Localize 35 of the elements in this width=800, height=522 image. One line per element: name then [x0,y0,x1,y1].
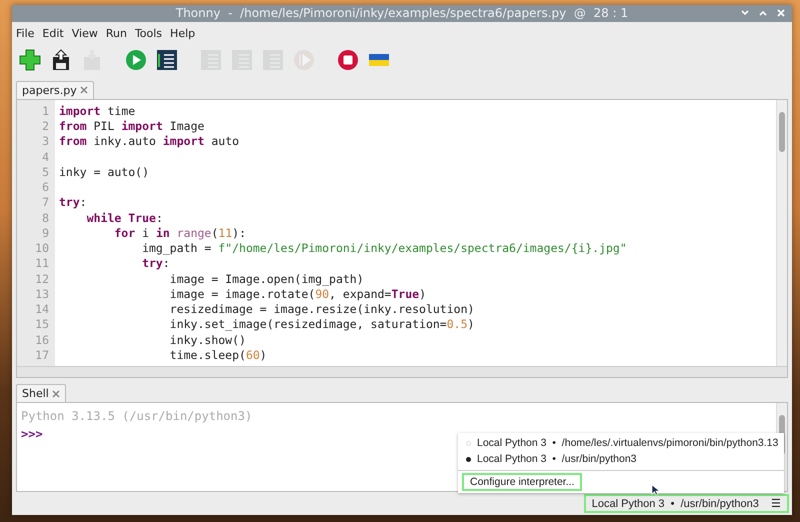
shell-prompt: >>> [21,426,43,444]
code-line: from PIL import Image [59,119,206,134]
line-number: 15 [34,317,50,333]
line-number: 13 [34,286,50,302]
line-number: 1 [41,104,50,120]
line-number: 17 [34,348,50,364]
line-number: 6 [41,180,50,196]
code-line: image = Image.open(img_path) [168,272,365,287]
code-line: time.sleep(60) [168,348,268,364]
line-number: 16 [34,332,50,348]
code-line: resizedimage = image.resize(inky.resolution) [168,302,476,318]
line-number: 11 [34,256,50,272]
code-line: img_path = f"/home/les/Pimoroni/inky/examples/spectra6/images/{i}.jpg" [141,241,628,256]
line-number: 8 [41,210,50,226]
code-line: from inky.auto import auto [59,134,240,150]
line-number: 14 [34,302,50,318]
line-number: 7 [41,195,50,211]
code-line: inky = auto() [59,164,150,180]
code-line: inky.set_image(resizedimage, saturation=0.5) [168,317,476,333]
line-number: 5 [41,164,50,180]
code-line: try: [141,256,171,272]
code-line: image = image.rotate(90, expand=True) [168,286,427,302]
line-number: 4 [41,150,50,165]
shell-text: Python 3.13.5 (/usr/bin/python3) [21,408,252,426]
window-title: Thonny - /home/les/Pimoroni/inky/examples/spectra6/papers.py @ 28 : 1 [176,6,628,20]
line-number: 12 [34,272,50,287]
code-line: inky.show() [168,332,247,348]
code-line: try: [59,195,88,211]
line-number: 3 [41,134,50,150]
code-line: while True: [86,210,164,226]
line-number: 10 [34,241,50,256]
code-line: for i in range(11): [113,226,248,242]
line-number: 2 [41,119,50,134]
code-line: import time [59,104,136,120]
line-number: 9 [41,226,50,242]
